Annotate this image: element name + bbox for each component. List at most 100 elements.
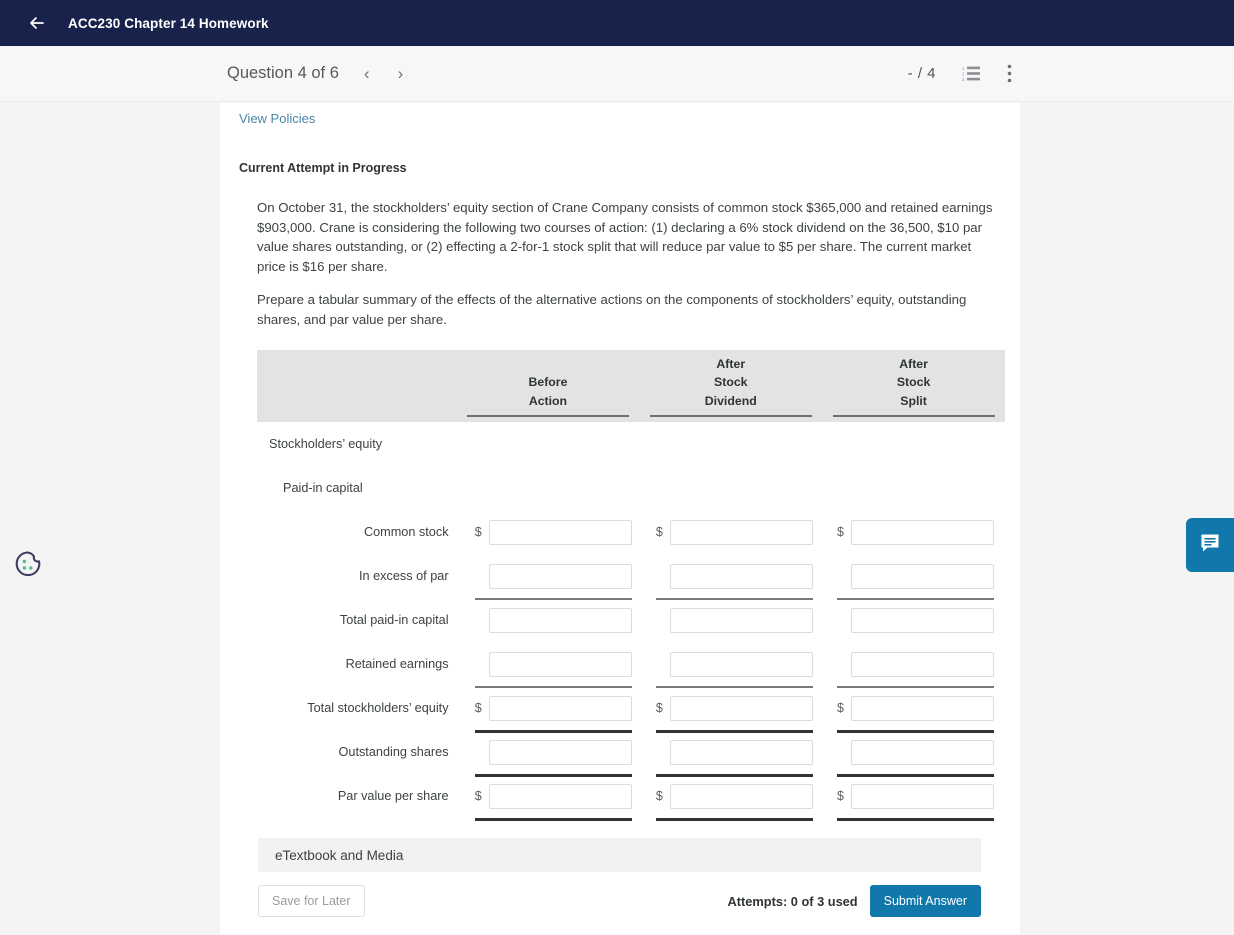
column-header-line: Split	[900, 393, 927, 408]
answer-input-after_stock_dividend[interactable]	[669, 783, 813, 809]
table-cell: $	[643, 607, 824, 633]
currency-symbol: $	[837, 701, 844, 715]
column-header-before-action: Before Action	[457, 350, 640, 422]
answer-input-after_stock_dividend[interactable]	[669, 607, 813, 633]
table-row: In excess of par$$$	[257, 554, 1005, 598]
column-header-rule	[649, 415, 812, 417]
table-cell: $	[462, 607, 643, 633]
table-row: Par value per share $ $ $	[257, 774, 1005, 818]
svg-text:1: 1	[962, 66, 965, 71]
answer-input-before_action[interactable]	[488, 563, 632, 589]
action-bar: Save for Later Attempts: 0 of 3 used Sub…	[258, 885, 981, 935]
currency-symbol: $	[837, 789, 844, 803]
currency-symbol: $	[474, 789, 482, 803]
chevron-right-icon[interactable]: ›	[395, 65, 407, 82]
answer-input-after_stock_dividend[interactable]	[669, 519, 813, 545]
question-counter: Question 4 of 6	[227, 64, 339, 82]
submit-answer-button[interactable]: Submit Answer	[869, 885, 981, 917]
table-header-spacer	[257, 350, 457, 422]
table-cell: $	[824, 651, 1005, 677]
column-header-rule	[466, 415, 629, 417]
answer-table: Before Action After Stock Dividend After…	[257, 350, 1005, 821]
question-text: On October 31, the stockholders’ equity …	[257, 198, 1000, 329]
currency-symbol: $	[655, 701, 663, 715]
table-cell: $	[643, 783, 824, 809]
table-cell: $	[824, 607, 1005, 633]
table-row: Total stockholders’ equity $ $ $	[257, 686, 1005, 730]
answer-input-before_action[interactable]	[488, 695, 632, 721]
table-row: Paid-in capital	[257, 466, 1005, 510]
question-toolbar: Question 4 of 6 ‹ › - / 4 1 2 3	[0, 46, 1234, 102]
table-row: Stockholders’ equity	[257, 422, 1005, 466]
answer-input-before_action[interactable]	[488, 519, 632, 545]
table-row: Total paid-in capital$$$	[257, 598, 1005, 642]
numbered-list-icon[interactable]: 1 2 3	[962, 65, 981, 82]
column-header-after-stock-split: After Stock Split	[822, 350, 1005, 422]
app-header: ACC230 Chapter 14 Homework	[0, 0, 1234, 46]
answer-input-before_action[interactable]	[488, 783, 632, 809]
table-cell: $	[824, 563, 1005, 589]
table-cell: $	[824, 519, 1005, 545]
column-header-line: Stock	[714, 375, 748, 389]
column-header-line: After	[716, 356, 746, 371]
question-tools: - / 4 1 2 3	[908, 64, 1012, 83]
currency-symbol: $	[655, 525, 663, 539]
table-body: Stockholders’ equity Paid-in capital Commo…	[257, 422, 1005, 821]
chevron-left-icon[interactable]: ‹	[361, 65, 373, 82]
kebab-menu-icon[interactable]	[1007, 64, 1012, 83]
cookie-consent-icon[interactable]	[12, 548, 44, 582]
answer-input-before_action[interactable]	[488, 651, 632, 677]
row-label: Outstanding shares	[338, 745, 449, 759]
answer-input-before_action[interactable]	[488, 607, 632, 633]
column-header-line: Action	[528, 393, 568, 408]
table-row: Common stock $ $ $	[257, 510, 1005, 554]
svg-text:3: 3	[962, 77, 965, 82]
row-label: Common stock	[363, 525, 449, 539]
submit-group: Attempts: 0 of 3 used Submit Answer	[727, 885, 981, 917]
answer-input-after_stock_dividend[interactable]	[669, 651, 813, 677]
save-for-later-button[interactable]: Save for Later	[258, 885, 365, 917]
column-header-after-stock-dividend: After Stock Dividend	[639, 350, 822, 422]
table-row: Retained earnings$$$	[257, 642, 1005, 686]
table-cell: $	[462, 783, 643, 809]
etextbook-and-media-bar[interactable]: eTextbook and Media	[258, 838, 981, 872]
table-cell: $	[643, 563, 824, 589]
column-header-line: Stock	[896, 375, 931, 389]
table-header-row: Before Action After Stock Dividend After…	[257, 350, 1005, 422]
answer-input-after_stock_split[interactable]	[851, 695, 995, 721]
table-cell: $	[462, 739, 643, 765]
answer-input-after_stock_split[interactable]	[851, 651, 995, 677]
answer-input-after_stock_split[interactable]	[851, 783, 995, 809]
column-header-rule	[832, 415, 995, 417]
row-label: Par value per share	[337, 789, 449, 803]
currency-symbol: $	[655, 789, 663, 803]
column-header-line: Dividend	[704, 393, 757, 408]
row-label: Paid-in capital	[283, 481, 363, 495]
row-label: Stockholders’ equity	[269, 437, 383, 451]
back-arrow-icon[interactable]	[26, 12, 48, 34]
row-label: Total stockholders’ equity	[307, 701, 449, 715]
table-cell: $	[643, 651, 824, 677]
view-policies-link[interactable]: View Policies	[239, 103, 315, 126]
table-cell: $	[462, 563, 643, 589]
currency-symbol: $	[474, 701, 482, 715]
answer-input-after_stock_split[interactable]	[851, 739, 995, 765]
answer-input-after_stock_dividend[interactable]	[669, 563, 813, 589]
answer-input-after_stock_split[interactable]	[851, 563, 995, 589]
table-cell: $	[462, 651, 643, 677]
question-paragraph: On October 31, the stockholders’ equity …	[257, 200, 993, 274]
question-nav: Question 4 of 6 ‹ ›	[227, 64, 406, 83]
chat-feedback-tab[interactable]	[1186, 518, 1234, 572]
attempt-status: Current Attempt in Progress	[239, 161, 407, 175]
app-title: ACC230 Chapter 14 Homework	[68, 15, 269, 31]
table-cell: $	[462, 695, 643, 721]
column-header-line: Before	[528, 375, 568, 389]
answer-input-after_stock_dividend[interactable]	[669, 695, 813, 721]
answer-input-after_stock_split[interactable]	[851, 607, 995, 633]
answer-input-after_stock_dividend[interactable]	[669, 739, 813, 765]
table-row: Outstanding shares$$$	[257, 730, 1005, 774]
answer-input-after_stock_split[interactable]	[851, 519, 995, 545]
table-cell: $	[824, 695, 1005, 721]
attempts-counter: Attempts: 0 of 3 used	[727, 893, 858, 909]
answer-input-before_action[interactable]	[488, 739, 632, 765]
